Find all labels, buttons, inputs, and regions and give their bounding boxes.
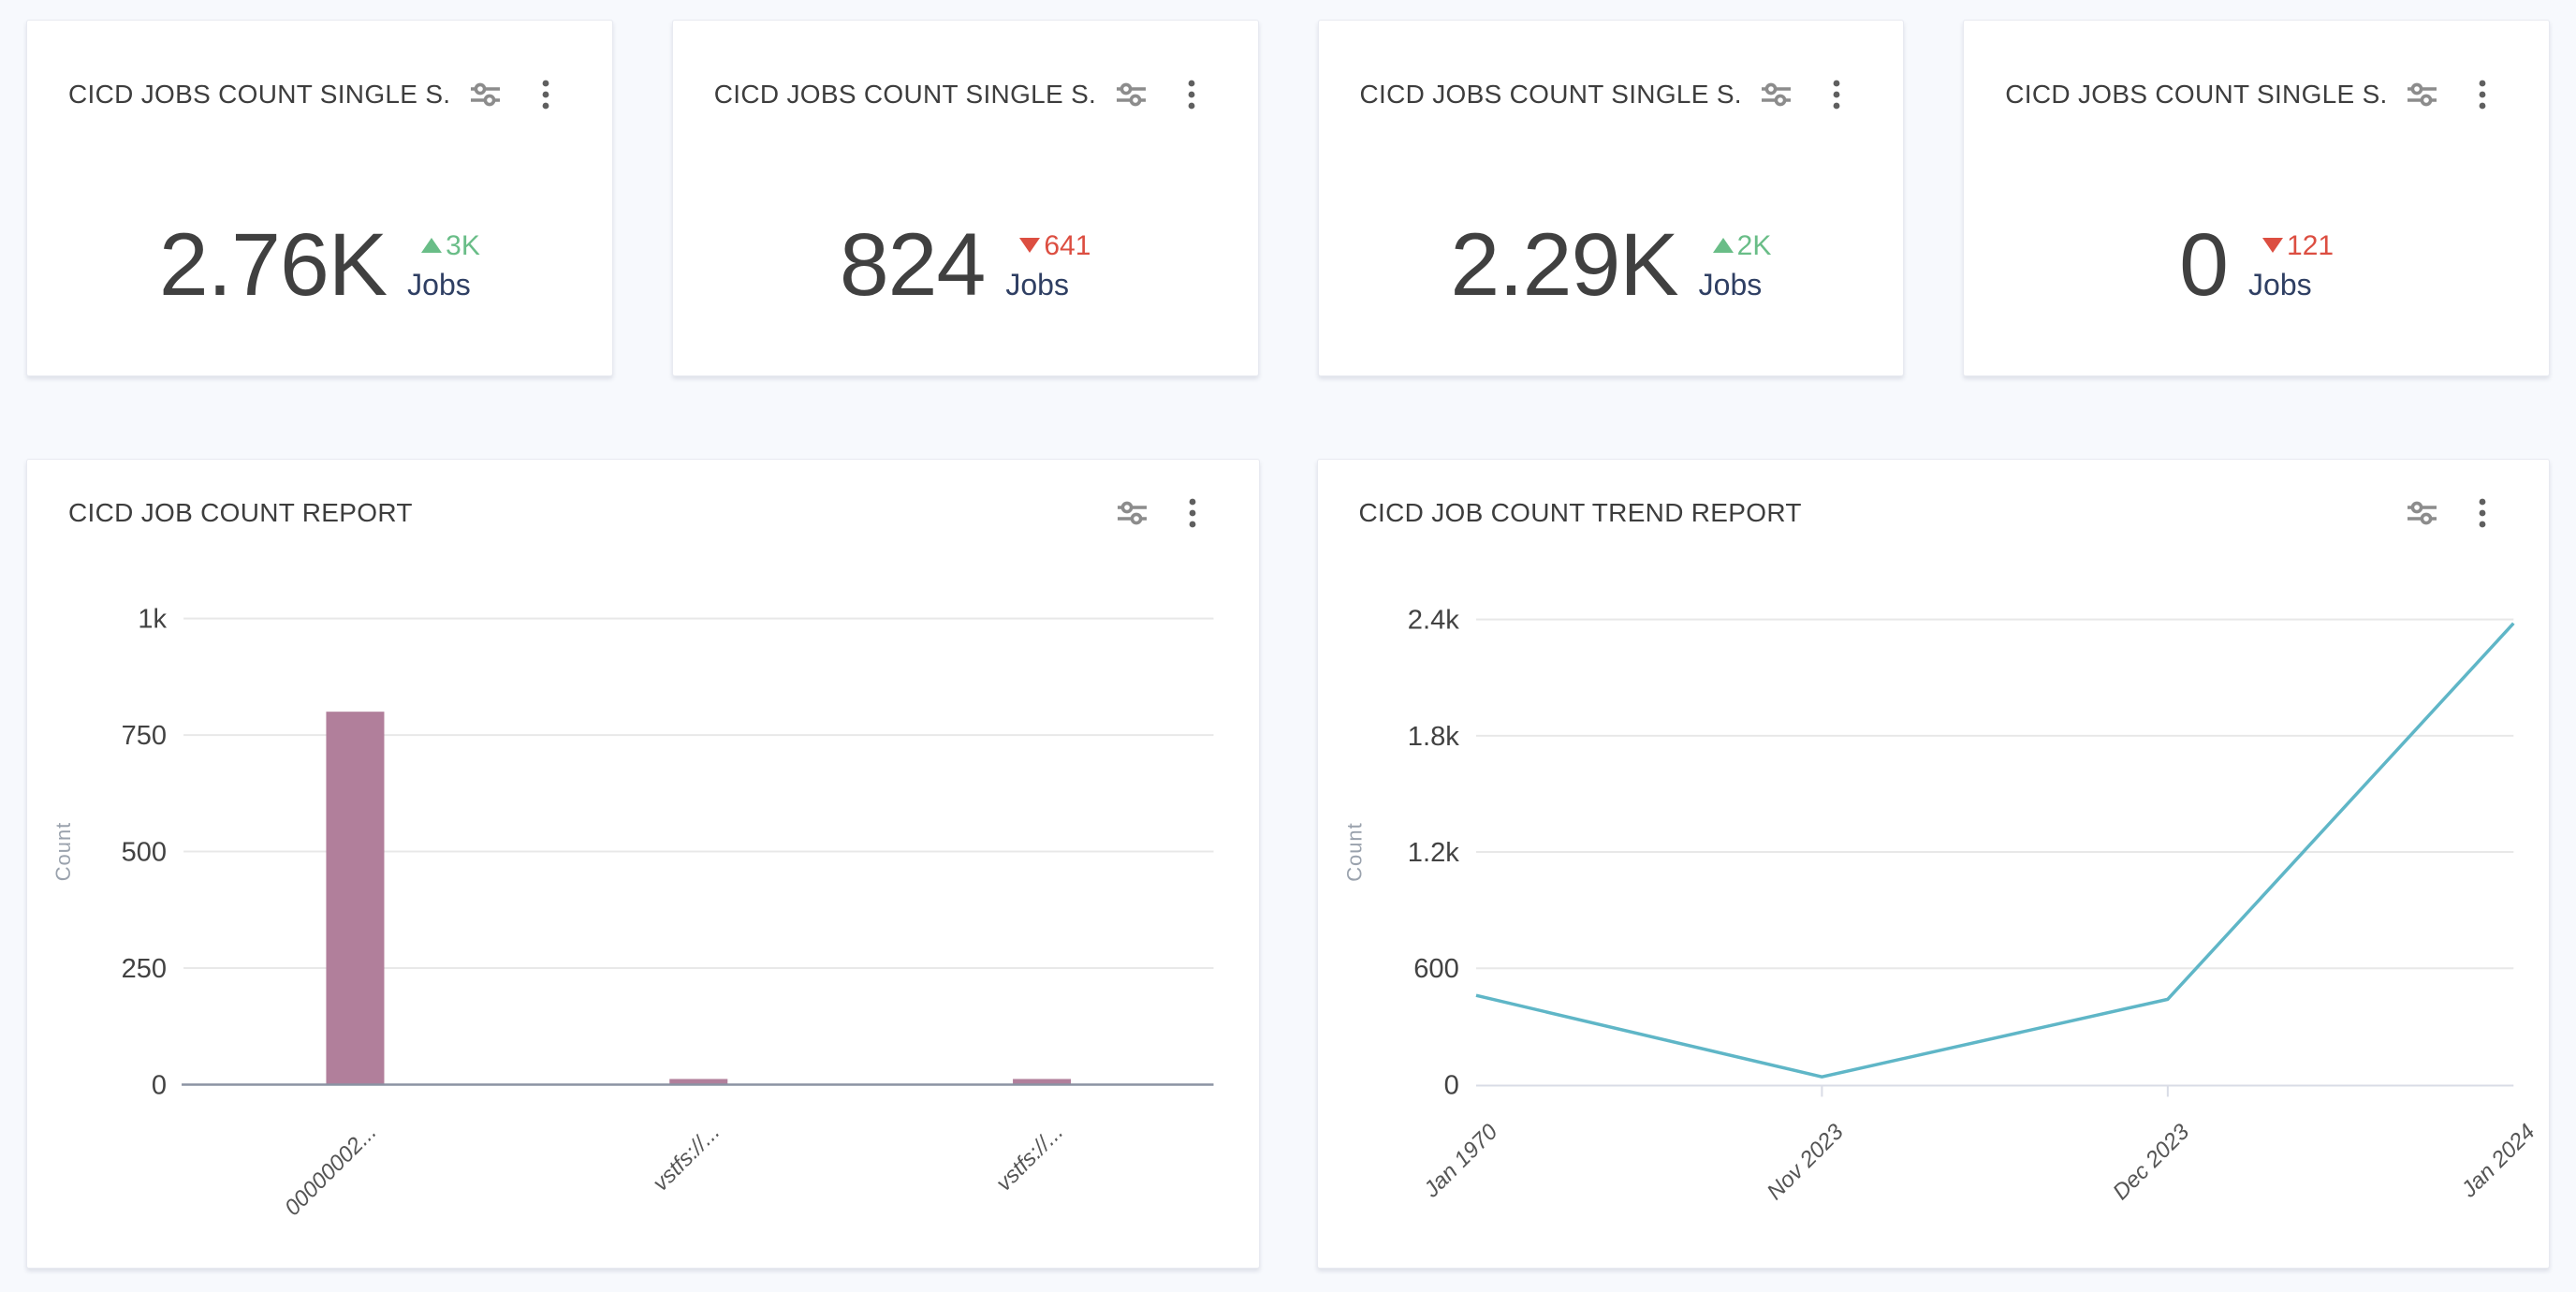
- card-actions: [1117, 79, 1196, 110]
- trend-up-icon: [421, 238, 442, 253]
- card-header: CICD JOBS COUNT SINGLE S...: [1964, 21, 2549, 110]
- kebab-menu-icon[interactable]: [2478, 79, 2487, 110]
- kpi-value: 2.76K: [159, 221, 387, 310]
- kebab-menu-icon[interactable]: [2478, 497, 2487, 529]
- kebab-menu-icon[interactable]: [1187, 79, 1196, 110]
- kpi-delta: 3K: [407, 232, 480, 260]
- kpi-body: 0 121 Jobs: [1964, 221, 2549, 310]
- kpi-side: 121 Jobs: [2248, 232, 2334, 300]
- kpi-card-1: CICD JOBS COUNT SINGLE S... 2.76K 3K: [26, 20, 613, 376]
- card-actions: [471, 79, 550, 110]
- kpi-value: 2.29K: [1450, 221, 1677, 310]
- svg-text:vstfs://...: vstfs://...: [991, 1120, 1068, 1197]
- dashboard: CICD JOBS COUNT SINGLE S... 2.76K 3K: [0, 0, 2576, 1292]
- card-header: CICD JOBS COUNT SINGLE S...: [673, 21, 1258, 110]
- kebab-menu-icon[interactable]: [1832, 79, 1841, 110]
- kpi-value: 824: [840, 221, 986, 310]
- card-title: CICD JOBS COUNT SINGLE S...: [1360, 80, 1744, 110]
- kpi-side: 2K Jobs: [1699, 232, 1772, 300]
- card-title: CICD JOBS COUNT SINGLE S...: [68, 80, 452, 110]
- kebab-menu-icon[interactable]: [1188, 497, 1197, 529]
- card-title: CICD JOB COUNT REPORT: [68, 498, 413, 528]
- kpi-unit: Jobs: [407, 270, 471, 300]
- kpi-delta: 641: [1005, 232, 1090, 260]
- card-header: CICD JOBS COUNT SINGLE S...: [27, 21, 612, 110]
- kpi-unit: Jobs: [2248, 270, 2312, 300]
- svg-text:0: 0: [152, 1070, 167, 1100]
- trend-up-icon: [1713, 238, 1734, 253]
- kpi-side: 3K Jobs: [407, 232, 480, 300]
- card-title: CICD JOBS COUNT SINGLE S...: [714, 80, 1098, 110]
- kpi-card-3: CICD JOBS COUNT SINGLE S... 2.29K 2K: [1318, 20, 1905, 376]
- filter-sliders-icon[interactable]: [1118, 500, 1147, 526]
- charts-row: CICD JOB COUNT REPORT 02505007501kCount0…: [26, 459, 2550, 1269]
- svg-text:2.4k: 2.4k: [1407, 606, 1459, 636]
- svg-text:500: 500: [122, 838, 167, 868]
- card-title: CICD JOB COUNT TREND REPORT: [1359, 498, 1802, 528]
- svg-text:0: 0: [1443, 1071, 1458, 1101]
- kpi-body: 2.76K 3K Jobs: [27, 221, 612, 310]
- kpi-delta-value: 641: [1044, 232, 1090, 260]
- svg-text:Count: Count: [1342, 822, 1366, 882]
- card-header: CICD JOBS COUNT SINGLE S...: [1319, 21, 1904, 110]
- kpi-delta: 121: [2248, 232, 2334, 260]
- filter-sliders-icon[interactable]: [2408, 81, 2437, 108]
- kpi-body: 824 641 Jobs: [673, 221, 1258, 310]
- kpi-delta-value: 3K: [446, 232, 480, 260]
- svg-text:Jan 2024: Jan 2024: [2455, 1120, 2539, 1203]
- card-actions: [1118, 497, 1197, 529]
- filter-sliders-icon[interactable]: [2408, 500, 2437, 526]
- svg-text:Dec 2023: Dec 2023: [2108, 1119, 2195, 1205]
- kpi-row: CICD JOBS COUNT SINGLE S... 2.76K 3K: [26, 20, 2550, 376]
- kpi-card-4: CICD JOBS COUNT SINGLE S... 0 121: [1963, 20, 2550, 376]
- line-chart[interactable]: 0 600 1.2k 1.8k 2.4k Count Jan 1970 Nov 2023 Dec…: [1318, 460, 2550, 1268]
- svg-text:vstfs://...: vstfs://...: [648, 1120, 724, 1197]
- card-title: CICD JOBS COUNT SINGLE S...: [2005, 80, 2389, 110]
- card-actions: [1762, 79, 1841, 110]
- kebab-menu-icon[interactable]: [541, 79, 550, 110]
- svg-text:1k: 1k: [138, 605, 167, 635]
- kpi-delta: 2K: [1699, 232, 1772, 260]
- svg-text:Nov 2023: Nov 2023: [1762, 1119, 1849, 1205]
- kpi-value: 0: [2179, 221, 2228, 310]
- trend-down-icon: [2262, 238, 2283, 253]
- kpi-unit: Jobs: [1699, 270, 1763, 300]
- svg-text:600: 600: [1413, 954, 1459, 984]
- bar-chart-card: CICD JOB COUNT REPORT 02505007501kCount0…: [26, 459, 1260, 1269]
- card-header: CICD JOB COUNT REPORT: [27, 460, 1259, 529]
- card-actions: [2408, 497, 2487, 529]
- kpi-unit: Jobs: [1005, 270, 1069, 300]
- filter-sliders-icon[interactable]: [1762, 81, 1791, 108]
- bar-chart[interactable]: 0 250 500 750 1k Count 00000002... vstfs://... v…: [27, 460, 1259, 1268]
- kpi-body: 2.29K 2K Jobs: [1319, 221, 1904, 310]
- line-chart-card: CICD JOB COUNT TREND REPORT 0 600 1.2k 1.8k…: [1317, 459, 2551, 1269]
- kpi-delta-value: 121: [2287, 232, 2334, 260]
- svg-text:Jan 1970: Jan 1970: [1418, 1119, 1503, 1203]
- card-header: CICD JOB COUNT TREND REPORT: [1318, 460, 2550, 529]
- svg-text:1.2k: 1.2k: [1407, 838, 1459, 868]
- kpi-delta-value: 2K: [1737, 232, 1772, 260]
- svg-text:250: 250: [122, 954, 167, 984]
- svg-text:1.8k: 1.8k: [1407, 722, 1459, 752]
- kpi-side: 641 Jobs: [1005, 232, 1090, 300]
- filter-sliders-icon[interactable]: [471, 81, 500, 108]
- svg-text:750: 750: [122, 721, 167, 751]
- svg-text:Count: Count: [51, 822, 75, 882]
- kpi-card-2: CICD JOBS COUNT SINGLE S... 824 641: [672, 20, 1259, 376]
- filter-sliders-icon[interactable]: [1117, 81, 1146, 108]
- card-actions: [2408, 79, 2487, 110]
- trend-down-icon: [1019, 238, 1040, 253]
- svg-text:00000002...: 00000002...: [280, 1120, 382, 1221]
